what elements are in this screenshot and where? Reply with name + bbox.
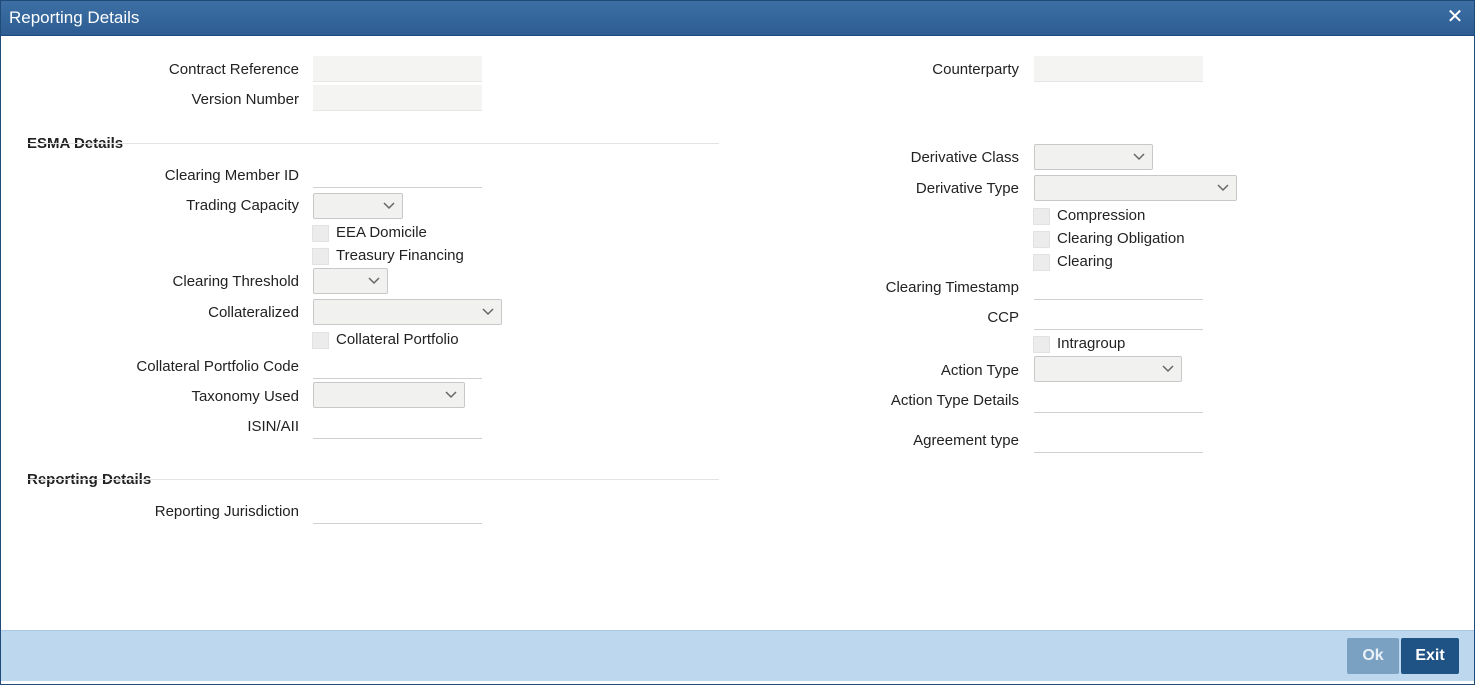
isin-all-label: ISIN/AII [247,418,299,435]
taxonomy-used-label: Taxonomy Used [191,388,299,405]
close-icon[interactable]: ✕ [1444,6,1466,28]
intragroup-checkbox[interactable] [1033,336,1050,353]
action-type-label: Action Type [940,362,1019,379]
eea-domicile-label: EEA Domicile [336,224,427,241]
version-number-input[interactable] [313,85,482,111]
derivative-class-select[interactable] [1034,144,1153,170]
chevron-down-icon [1133,153,1145,161]
compression-checkbox[interactable] [1033,208,1050,225]
chevron-down-icon [482,308,494,316]
clearing-threshold-select[interactable] [313,268,388,294]
agreement-type-label: Agreement type [913,432,1019,449]
compression-label: Compression [1057,207,1146,224]
treasury-financing-label: Treasury Financing [336,247,464,264]
derivative-class-label: Derivative Class [910,149,1019,166]
clearing-threshold-label: Clearing Threshold [172,273,299,290]
chevron-down-icon [368,277,380,285]
clearing-checkbox[interactable] [1033,254,1050,271]
action-type-details-input[interactable] [1034,387,1203,413]
clearing-member-id-input[interactable] [313,162,482,188]
ccp-label: CCP [987,309,1019,326]
title-bar[interactable]: Reporting Details ✕ [1,1,1474,36]
reporting-jurisdiction-label: Reporting Jurisdiction [154,503,299,520]
eea-domicile-checkbox[interactable] [312,225,329,242]
intragroup-label: Intragroup [1057,335,1126,352]
window-title: Reporting Details [9,8,140,27]
footer-bar: Ok Exit [1,630,1474,681]
reporting-details-window: Reporting Details ✕ Contract Reference V… [0,0,1475,685]
ccp-input[interactable] [1034,304,1203,330]
collateral-portfolio-checkbox[interactable] [312,332,329,349]
counterparty-label: Counterparty [932,61,1019,78]
clearing-obligation-label: Clearing Obligation [1057,230,1185,247]
clearing-timestamp-input[interactable] [1034,274,1203,300]
reporting-jurisdiction-input[interactable] [313,498,482,524]
clearing-timestamp-label: Clearing Timestamp [885,279,1019,296]
section-divider [27,143,719,144]
treasury-financing-checkbox[interactable] [312,248,329,265]
collateral-portfolio-code-label: Collateral Portfolio Code [136,358,299,375]
section-divider [27,479,719,480]
contract-reference-input[interactable] [313,56,482,82]
chevron-down-icon [1162,365,1174,373]
clearing-label: Clearing [1057,253,1113,270]
action-type-details-label: Action Type Details [890,392,1019,409]
derivative-type-label: Derivative Type [915,180,1019,197]
collateral-portfolio-label: Collateral Portfolio [336,331,459,348]
agreement-type-input[interactable] [1034,427,1203,453]
chevron-down-icon [383,202,395,210]
ok-button[interactable]: Ok [1347,638,1399,674]
trading-capacity-label: Trading Capacity [186,197,299,214]
action-type-select[interactable] [1034,356,1182,382]
version-number-label: Version Number [191,91,299,108]
collateral-portfolio-code-input[interactable] [313,353,482,379]
clearing-obligation-checkbox[interactable] [1033,231,1050,248]
trading-capacity-select[interactable] [313,193,403,219]
derivative-type-select[interactable] [1034,175,1237,201]
chevron-down-icon [1217,184,1229,192]
collateralized-label: Collateralized [208,304,299,321]
clearing-member-id-label: Clearing Member ID [164,167,299,184]
collateralized-select[interactable] [313,299,502,325]
taxonomy-used-select[interactable] [313,382,465,408]
exit-button[interactable]: Exit [1401,638,1459,674]
counterparty-input[interactable] [1034,56,1203,82]
form-content: Contract Reference Version Number Counte… [1,36,1474,630]
contract-reference-label: Contract Reference [168,61,299,78]
chevron-down-icon [445,391,457,399]
isin-all-input[interactable] [313,413,482,439]
